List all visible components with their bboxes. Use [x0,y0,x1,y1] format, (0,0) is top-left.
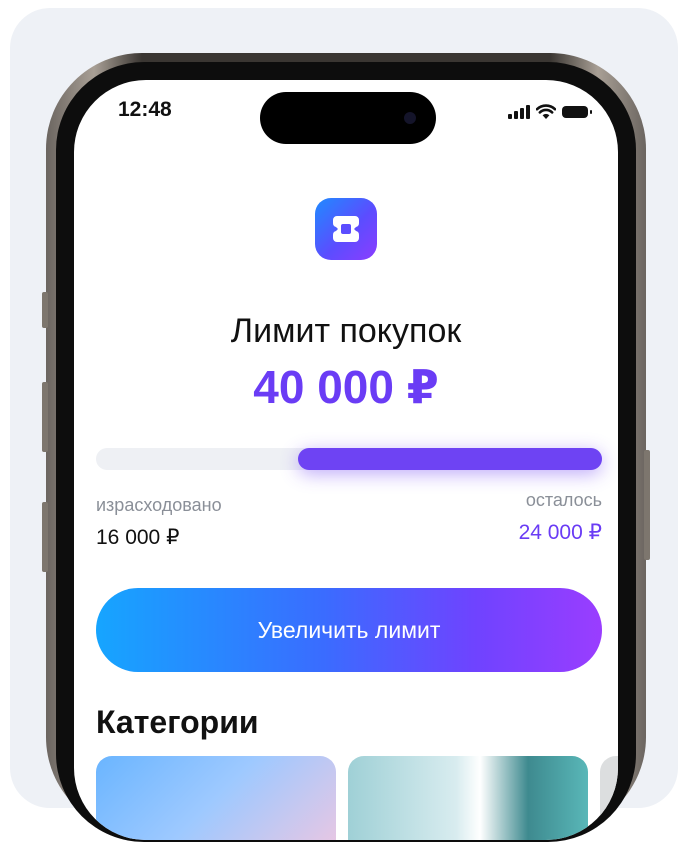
battery-icon [562,106,592,118]
category-card[interactable] [600,756,618,840]
phone-action-button [42,292,48,328]
logo-mark-icon [332,216,360,242]
category-card[interactable] [348,756,588,840]
categories-title: Категории [96,704,259,740]
spent-label: израсходовано [96,495,222,515]
limit-title: Лимит покупок [230,312,462,350]
remaining-label: осталось [525,490,602,510]
front-camera-icon [404,112,416,124]
status-icons [508,102,592,122]
increase-limit-button[interactable]: Увеличить лимит [96,588,602,672]
phone-power-button [644,450,650,560]
remaining-value: 24 000 ₽ [518,521,602,544]
status-time: 12:48 [118,98,172,121]
phone-screen: 12:48 Лимит покупок 40 000 ₽ израсходова… [74,80,618,840]
limit-amount: 40 000 ₽ [253,361,439,413]
wifi-icon [536,104,556,119]
app-logo-icon [315,198,377,260]
increase-limit-button-label: Увеличить лимит [257,616,441,643]
phone-volume-up-button [42,382,48,452]
phone-volume-down-button [42,502,48,572]
signal-icon [508,105,530,119]
category-card[interactable] [96,756,336,840]
limit-progress-remaining [298,448,602,470]
spent-value: 16 000 ₽ [96,526,180,549]
dynamic-island [260,92,436,144]
limit-progress-bar [96,448,602,470]
